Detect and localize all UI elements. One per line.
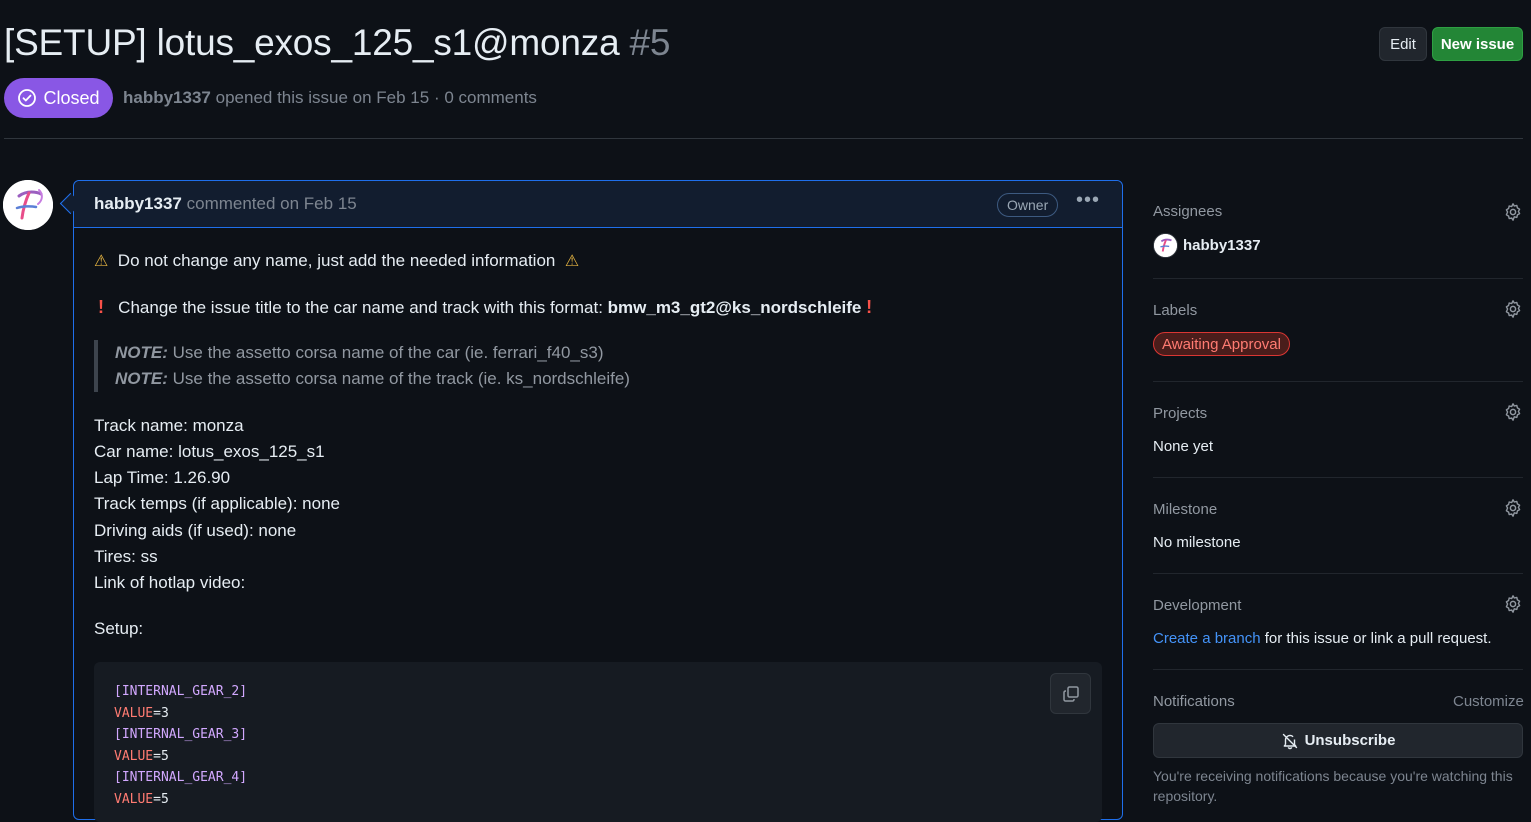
assignee-avatar[interactable] [1153, 233, 1178, 258]
issue-meta-text: opened this issue on Feb 15 · 0 comments [215, 88, 537, 107]
unsubscribe-button[interactable]: Unsubscribe [1153, 723, 1523, 758]
note-label: NOTE: [115, 343, 168, 362]
copy-icon [1062, 685, 1079, 702]
instruction-text-1: Do not change any name, just add the nee… [117, 251, 556, 270]
instruction-line-1: ⚠ Do not change any name, just add the n… [94, 251, 579, 271]
instruction-text-2: Change the issue title to the car name a… [118, 298, 608, 317]
gear-icon[interactable] [1503, 594, 1523, 614]
field-car: Car name: lotus_exos_125_s1 [94, 442, 325, 461]
field-tires: Tires: ss [94, 547, 158, 566]
milestone-heading: Milestone [1153, 501, 1218, 518]
gear-icon[interactable] [1503, 402, 1523, 422]
note-line-2: NOTE: Use the assetto corsa name of the … [115, 369, 630, 389]
unsubscribe-label: Unsubscribe [1304, 732, 1396, 749]
field-temps: Track temps (if applicable): none [94, 494, 340, 513]
code-line: [INTERNAL_GEAR_2] [114, 684, 248, 699]
header-divider [4, 138, 1523, 139]
note-text-1: Use the assetto corsa name of the car (i… [167, 343, 604, 362]
avatar-image [3, 180, 53, 230]
edit-button[interactable]: Edit [1379, 27, 1427, 61]
code-line: [INTERNAL_GEAR_3] [114, 727, 248, 742]
note-label: NOTE: [115, 369, 168, 388]
comment-header-text: habby1337 commented on Feb 15 [94, 194, 357, 214]
sidebar-divider [1153, 381, 1523, 382]
code-content: [INTERNAL_GEAR_2] VALUE=3 [INTERNAL_GEAR_3… [114, 681, 247, 810]
comment-author-link[interactable]: habby1337 [94, 194, 182, 213]
field-aids: Driving aids (if used): none [94, 521, 297, 540]
field-laptime: Lap Time: 1.26.90 [94, 468, 231, 487]
note-line-1: NOTE: Use the assetto corsa name of the … [115, 343, 603, 363]
avatar-image [1154, 234, 1177, 257]
issue-state-badge: Closed [4, 78, 113, 118]
setup-label: Setup: [94, 619, 144, 638]
note-text-2: Use the assetto corsa name of the track … [167, 369, 630, 388]
warning-icon: ⚠ [564, 253, 580, 270]
notifications-heading: Notifications [1153, 693, 1235, 710]
assignee-name[interactable]: habby1337 [1183, 237, 1261, 254]
field-video: Link of hotlap video: [94, 573, 246, 592]
assignees-heading: Assignees [1153, 203, 1223, 220]
check-circle-icon [18, 89, 37, 107]
sidebar-divider [1153, 573, 1523, 574]
customize-link[interactable]: Customize [1453, 693, 1524, 710]
issue-title-text: [SETUP] lotus_exos_125_s1@monza [4, 22, 620, 63]
owner-badge: Owner [997, 193, 1059, 217]
issue-author-link[interactable]: habby1337 [123, 88, 211, 107]
notifications-reason: You're receiving notifications because y… [1153, 768, 1513, 804]
blockquote-bar [94, 340, 98, 392]
development-heading: Development [1153, 597, 1242, 614]
issue-number: #5 [629, 22, 671, 63]
code-line: VALUE=3 [114, 705, 169, 721]
development-text: Create a branch for this issue or link a… [1153, 630, 1492, 647]
gear-icon[interactable] [1503, 498, 1523, 518]
instruction-line-2: ! Change the issue title to the car name… [98, 297, 872, 318]
issue-title: [SETUP] lotus_exos_125_s1@monza #5 [4, 22, 670, 64]
new-issue-button[interactable]: New issue [1432, 27, 1523, 61]
field-track: Track name: monza [94, 416, 244, 435]
projects-heading: Projects [1153, 405, 1208, 422]
exclamation-icon: ! [98, 297, 104, 317]
code-line: VALUE=5 [114, 748, 169, 764]
issue-meta: habby1337 opened this issue on Feb 15 · … [123, 88, 537, 108]
comment-timestamp[interactable]: commented on Feb 15 [187, 194, 357, 213]
gear-icon[interactable] [1503, 299, 1523, 319]
create-branch-link[interactable]: Create a branch [1153, 630, 1261, 647]
copy-button[interactable] [1050, 673, 1091, 714]
projects-value: None yet [1153, 438, 1214, 455]
development-rest: for this issue or link a pull request. [1260, 630, 1492, 647]
comment-header: habby1337 commented on Feb 15 Owner ••• [74, 181, 1122, 228]
label-awaiting-approval[interactable]: Awaiting Approval [1153, 332, 1290, 356]
gear-icon[interactable] [1503, 202, 1523, 222]
kebab-horizontal-icon[interactable]: ••• [1076, 189, 1100, 212]
warning-icon: ⚠ [94, 253, 109, 270]
exclamation-icon: ! [866, 297, 873, 317]
avatar[interactable] [3, 180, 53, 230]
code-line: VALUE=5 [114, 791, 169, 807]
instruction-format: bmw_m3_gt2@ks_nordschleife [607, 298, 862, 317]
sidebar-divider [1153, 477, 1523, 478]
issue-state-label: Closed [43, 87, 100, 108]
code-line: [INTERNAL_GEAR_4] [114, 770, 248, 785]
sidebar-divider [1153, 669, 1523, 670]
milestone-value: No milestone [1153, 534, 1241, 551]
labels-heading: Labels [1153, 302, 1198, 319]
sidebar-divider [1153, 278, 1523, 279]
bell-slash-icon [1282, 733, 1297, 749]
